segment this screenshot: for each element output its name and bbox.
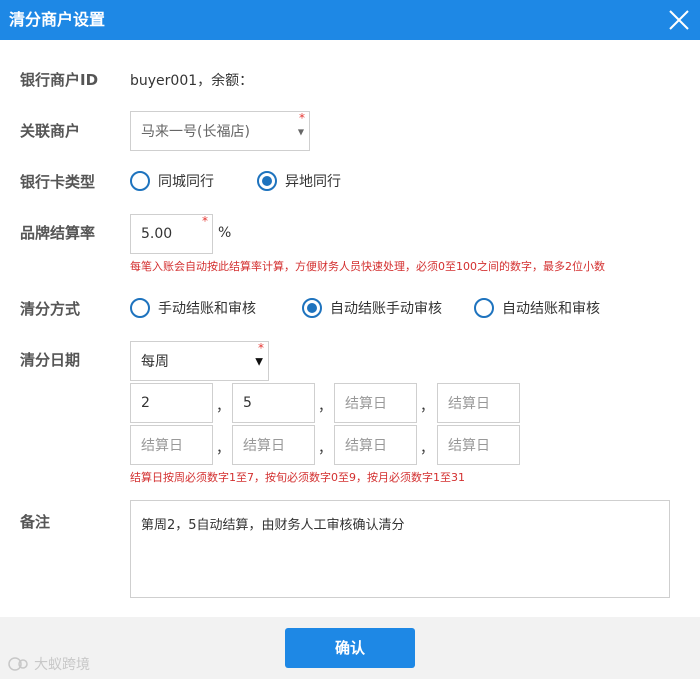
radio-label: 异地同行 <box>285 174 341 190</box>
confirm-button[interactable]: 确认 <box>285 628 415 668</box>
watermark-text: 大蚁跨境 <box>34 657 90 673</box>
remark-textarea[interactable]: 第周2，5自动结算，由财务人工审核确认清分 <box>130 500 670 598</box>
day-separator: ， <box>318 441 332 457</box>
chevron-down-icon: ▼ <box>297 127 304 137</box>
day-input-1[interactable]: 2 <box>130 383 213 423</box>
method-label: 清分方式 <box>20 300 81 318</box>
rate-value: 5.00 <box>141 226 173 242</box>
day-separator: ， <box>420 399 434 415</box>
day-placeholder: 结算日 <box>141 438 183 454</box>
radio-other-city[interactable]: 异地同行 <box>257 171 341 191</box>
day-placeholder: 结算日 <box>448 438 490 454</box>
radio-circle <box>130 298 150 318</box>
day-input-5[interactable]: 结算日 <box>130 425 213 465</box>
ant-logo-icon <box>8 657 28 671</box>
radio-circle-selected <box>257 171 277 191</box>
day-placeholder: 结算日 <box>243 438 285 454</box>
merchant-select[interactable]: 马来一号(长福店) * ▼ <box>130 111 310 151</box>
day-input-4[interactable]: 结算日 <box>437 383 520 423</box>
day-placeholder: 结算日 <box>448 396 490 412</box>
card-type-label: 银行卡类型 <box>20 173 96 191</box>
day-input-2[interactable]: 5 <box>232 383 315 423</box>
remark-value: 第周2，5自动结算，由财务人工审核确认清分 <box>141 518 405 533</box>
close-icon[interactable] <box>668 9 690 31</box>
required-marker: * <box>202 214 208 228</box>
required-marker: * <box>258 341 264 355</box>
day-placeholder: 结算日 <box>345 438 387 454</box>
watermark-logo: 大蚁跨境 <box>8 654 90 674</box>
day-separator: ， <box>420 441 434 457</box>
rate-input[interactable]: 5.00 * <box>130 214 213 254</box>
day-input-6[interactable]: 结算日 <box>232 425 315 465</box>
rate-hint: 每笔入账会自动按此结算率计算，方便财务人员快速处理，必须0至100之间的数字，最… <box>130 260 605 273</box>
radio-manual[interactable]: 手动结账和审核 <box>130 298 256 318</box>
rate-unit: % <box>218 225 232 241</box>
day-separator: ， <box>216 441 230 457</box>
required-marker: * <box>299 111 305 125</box>
chevron-down-icon: ▼ <box>255 356 263 368</box>
merchant-selected: 马来一号(长福店) <box>141 124 250 140</box>
remark-label: 备注 <box>20 513 51 531</box>
day-input-8[interactable]: 结算日 <box>437 425 520 465</box>
period-select[interactable]: 每周 * ▼ <box>130 341 269 381</box>
radio-circle-selected <box>302 298 322 318</box>
merchant-label: 关联商户 <box>20 122 81 140</box>
day-value: 2 <box>141 395 150 411</box>
radio-label: 自动结账和审核 <box>502 301 600 317</box>
radio-circle <box>474 298 494 318</box>
day-input-7[interactable]: 结算日 <box>334 425 417 465</box>
day-placeholder: 结算日 <box>345 396 387 412</box>
period-selected: 每周 <box>141 354 169 370</box>
bank-merchant-value: buyer001，余额： <box>130 73 254 89</box>
date-label: 清分日期 <box>20 351 81 369</box>
day-separator: ， <box>216 399 230 415</box>
bank-merchant-label: 银行商户ID <box>20 71 99 89</box>
dialog-titlebar: 清分商户设置 <box>0 0 700 40</box>
day-value: 5 <box>243 395 252 411</box>
radio-auto[interactable]: 自动结账和审核 <box>474 298 600 318</box>
radio-same-city[interactable]: 同城同行 <box>130 171 214 191</box>
day-separator: ， <box>318 399 332 415</box>
radio-auto-manual-review[interactable]: 自动结账手动审核 <box>302 298 442 318</box>
radio-label: 同城同行 <box>158 174 214 190</box>
dialog-title: 清分商户设置 <box>9 10 106 29</box>
day-input-3[interactable]: 结算日 <box>334 383 417 423</box>
radio-label: 手动结账和审核 <box>158 301 256 317</box>
radio-circle <box>130 171 150 191</box>
date-hint: 结算日按周必须数字1至7，按旬必须数字0至9，按月必须数字1至31 <box>130 471 465 484</box>
rate-label: 品牌结算率 <box>20 224 96 242</box>
radio-label: 自动结账手动审核 <box>330 301 442 317</box>
